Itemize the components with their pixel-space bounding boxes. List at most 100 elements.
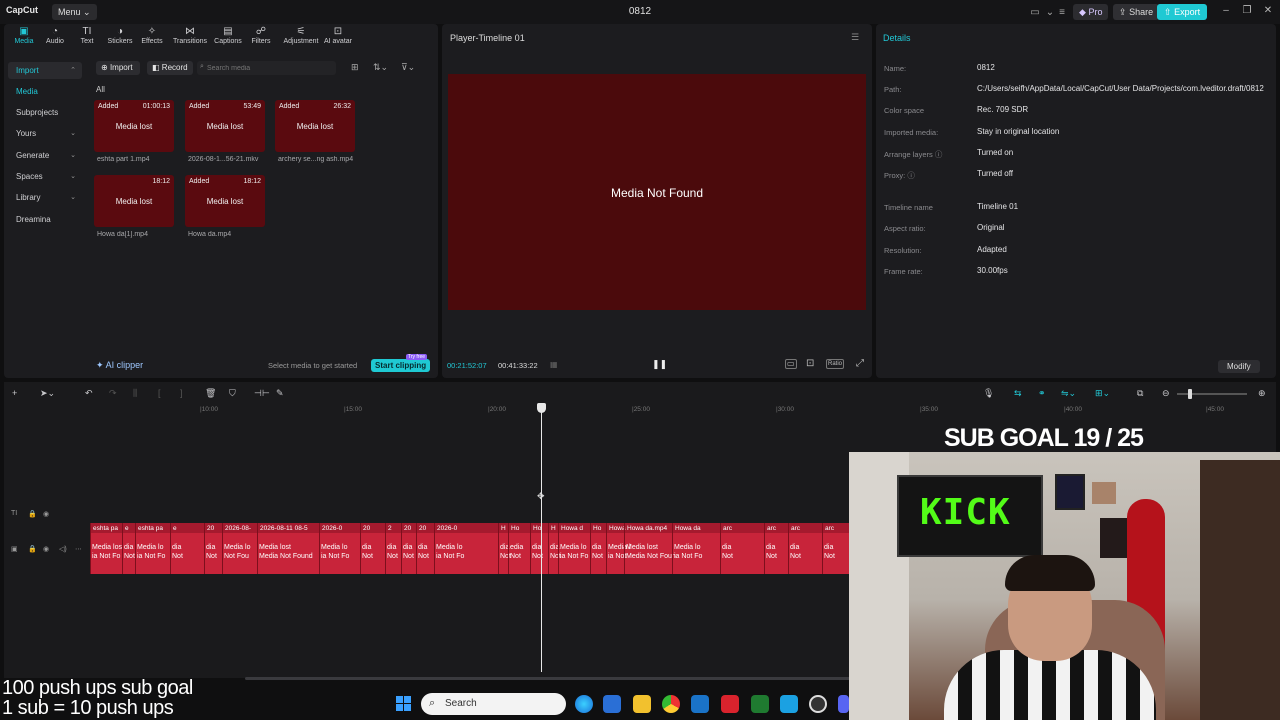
add-track-icon[interactable]: +	[12, 388, 17, 398]
crop-clip-icon[interactable]: ⊣⊢	[254, 388, 270, 399]
sidebar-item-import[interactable]: Import ⌃	[8, 62, 82, 79]
lock-icon[interactable]: 🔒	[28, 510, 37, 518]
chrome-icon[interactable]	[662, 695, 680, 713]
timeline-clip[interactable]: 20 dia Not	[204, 523, 222, 574]
shield-icon[interactable]: ⛉	[229, 388, 236, 399]
timeline-clip[interactable]: 2026-0 Media lo ia Not Fo	[434, 523, 474, 574]
tab-filters[interactable]: ☍ Filters	[241, 26, 281, 45]
timeline-clip[interactable]: Hdia Not	[548, 523, 561, 574]
mail-icon[interactable]	[691, 695, 709, 713]
fullscreen-quality-icon[interactable]: ▭	[785, 359, 797, 369]
notepad-icon[interactable]	[780, 695, 798, 713]
import-button[interactable]: ⊕ Import	[96, 61, 140, 75]
timeline-clip[interactable]: Ho dia Not	[590, 523, 604, 574]
export-button[interactable]: ⇧ Export	[1157, 4, 1208, 20]
media-item[interactable]: Added 26:32 Media lost	[275, 100, 355, 152]
timeline-clip[interactable]: e dia Not	[122, 523, 135, 574]
timeline-clip[interactable]: Howa da Media lo ia Not Fo	[672, 523, 707, 574]
eye-icon[interactable]: ◉	[43, 510, 49, 518]
timeline-clip[interactable]: eshta pa Media los ia Not Fo	[90, 523, 122, 574]
ai-clipper-label[interactable]: ✦ AI clipper	[96, 360, 143, 371]
media-item[interactable]: Added 18:12 Media lost	[185, 175, 265, 227]
split-icon[interactable]: ⫼	[133, 388, 137, 399]
timeline-list-icon[interactable]: ▦	[550, 360, 558, 369]
media-item[interactable]: 18:12 Media lost	[94, 175, 174, 227]
playhead-move-icon[interactable]: ✥	[537, 491, 545, 502]
main-video-track[interactable]: eshta pa Media los ia Not Fo e dia Not esh…	[90, 523, 850, 574]
timeline-clip[interactable]: Howa Media l ia Not	[606, 523, 631, 574]
filter-icon[interactable]: ⊽⌄	[401, 62, 415, 73]
zoom-slider-handle[interactable]	[1188, 389, 1192, 399]
start-clipping-button[interactable]: Start clipping	[371, 359, 431, 372]
snap-icon[interactable]: ⚭	[1038, 388, 1046, 399]
sort-icon[interactable]: ⇅⌄	[373, 62, 388, 73]
timeline-clip[interactable]: 2026-08-11 08-5 Media lost Media Not Foun…	[257, 523, 319, 574]
windows-start-icon[interactable]	[396, 696, 412, 712]
zoom-in-icon[interactable]: ⊕	[1258, 388, 1266, 399]
media-item[interactable]: Added 01:00:13 Media lost	[94, 100, 174, 152]
grid-view-icon[interactable]: ⊞	[351, 62, 359, 73]
timeline-clip[interactable]: 2 dia Not	[385, 523, 399, 574]
split-left-icon[interactable]: [	[158, 388, 161, 398]
timeline-clip[interactable]: arc dia Not	[822, 523, 838, 574]
linkage-icon[interactable]: ⇋⌄	[1061, 388, 1076, 399]
redo-icon[interactable]: ↷	[109, 388, 117, 399]
preview-axis-icon[interactable]: ⊞⌄	[1095, 388, 1110, 399]
lock-icon[interactable]: 🔒	[28, 545, 37, 553]
timeline-clip[interactable]: Howa da.mp4 Media lost Media Not Foun	[624, 523, 676, 574]
tab-transitions[interactable]: ⋈ Transitions	[170, 26, 210, 45]
search-media-input[interactable]	[197, 61, 336, 75]
timeline-clip[interactable]: arc dia Not	[764, 523, 778, 574]
timeline-clip[interactable]: Howa d Media lo ia Not Fo	[558, 523, 588, 574]
expand-icon[interactable]: ⤢	[856, 358, 864, 369]
microphone-icon[interactable]: 🎙	[983, 388, 994, 399]
edit-pen-icon[interactable]: ✎	[276, 388, 284, 399]
timeline-clip[interactable]: arc dia Not	[788, 523, 802, 574]
shortcuts-icon[interactable]: ≡	[1055, 5, 1069, 19]
share-button[interactable]: ⇪ Share	[1113, 4, 1160, 20]
info-icon[interactable]: ⓘ	[907, 171, 915, 180]
time-ruler[interactable]	[88, 404, 1276, 416]
timeline-clip[interactable]: e dia Not	[170, 523, 184, 574]
close-icon[interactable]: ✕	[1261, 5, 1275, 16]
sidebar-item-yours[interactable]: Yours ⌄	[8, 125, 82, 142]
store-icon[interactable]	[603, 695, 621, 713]
sidebar-item-spaces[interactable]: Spaces ⌄	[8, 168, 82, 185]
delete-icon[interactable]: 🗑	[205, 388, 216, 399]
timeline-clip[interactable]: 20 dia Not	[416, 523, 430, 574]
timeline-clip[interactable]: 20 dia Not	[360, 523, 376, 574]
subtitle-icon[interactable]: ⧉	[1137, 388, 1143, 399]
tab-adjustment[interactable]: ⚟ Adjustment	[279, 26, 323, 45]
timeline-scrollbar[interactable]	[245, 677, 905, 680]
ratio-button[interactable]: Ratio	[826, 359, 845, 369]
timeline-clip[interactable]: arc dia Not	[720, 523, 734, 574]
sidebar-item-media[interactable]: Media	[8, 83, 82, 100]
timeline-clip[interactable]: 2026-08- Media lo Not Fou	[222, 523, 257, 574]
timeline-clip[interactable]: 2026-0 Media lo ia Not Fo	[319, 523, 352, 574]
xbox-icon[interactable]	[751, 695, 769, 713]
timeline-clip[interactable]: eshta pa Media lo ia Not Fo	[135, 523, 170, 574]
split-right-icon[interactable]: ]	[180, 388, 183, 398]
link-magnet-icon[interactable]: ⇆	[1014, 388, 1022, 399]
sidebar-item-subprojects[interactable]: Subprojects	[8, 104, 82, 121]
zoom-out-icon[interactable]: ⊖	[1162, 388, 1170, 399]
restore-icon[interactable]: ❐	[1240, 5, 1254, 16]
crop-icon[interactable]: ⊡	[806, 358, 814, 369]
tab-effects[interactable]: ✧ Effects	[132, 26, 172, 45]
sidebar-item-library[interactable]: Library ⌄	[8, 189, 82, 206]
pro-button[interactable]: ◆ Pro	[1073, 4, 1109, 20]
sidebar-item-generate[interactable]: Generate ⌄	[8, 147, 82, 164]
discord-icon[interactable]	[838, 695, 849, 713]
playhead-handle[interactable]	[537, 403, 546, 413]
pause-button[interactable]: ❚❚	[652, 359, 667, 370]
modify-button[interactable]: Modify	[1218, 360, 1260, 373]
hamburger-menu-icon[interactable]: ☰	[851, 32, 859, 43]
file-explorer-icon[interactable]	[633, 695, 651, 713]
taskbar-search[interactable]: Search	[421, 693, 566, 715]
minimize-icon[interactable]: –	[1219, 5, 1233, 16]
record-button[interactable]: ◧ Record	[147, 61, 193, 75]
timeline-clip[interactable]: Hdia Not	[498, 523, 511, 574]
edge-browser-icon[interactable]	[575, 695, 593, 713]
layout-icon[interactable]: ▭	[1028, 5, 1042, 19]
tab-ai-avatar[interactable]: ⊡ AI avatar	[318, 26, 358, 45]
